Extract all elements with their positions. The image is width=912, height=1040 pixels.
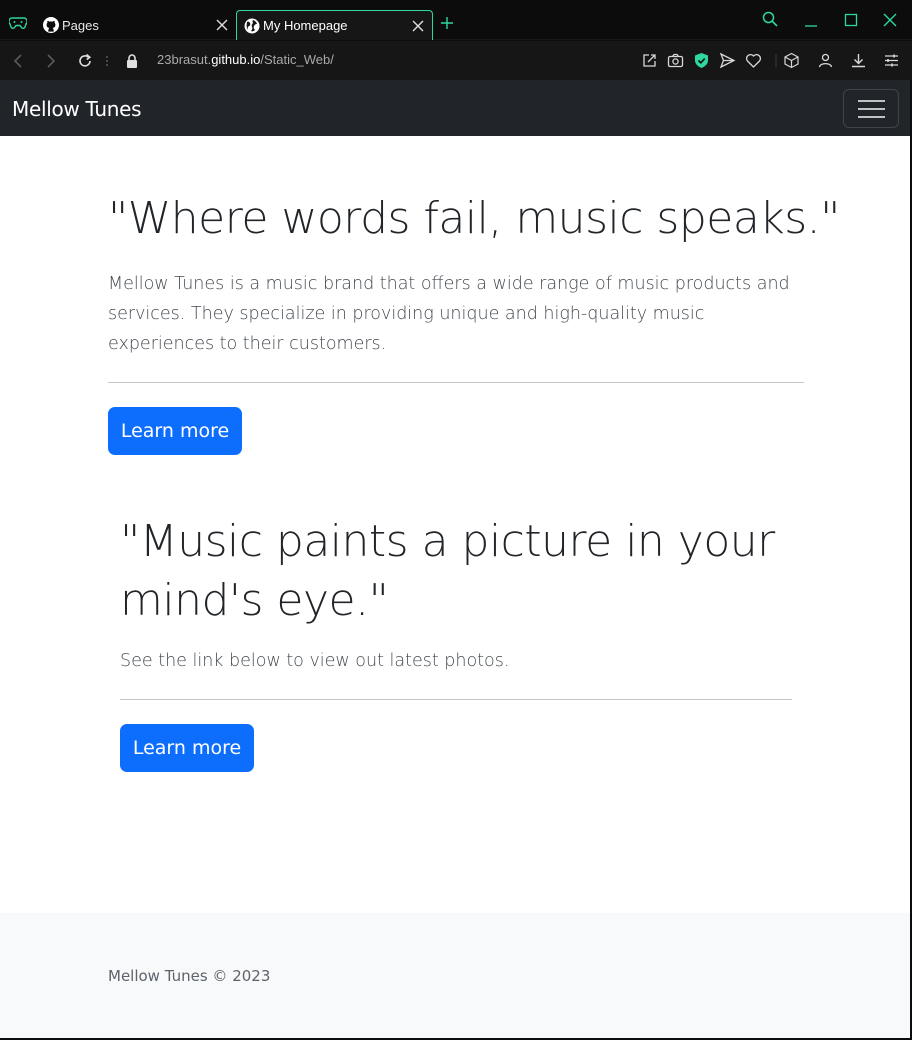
footer: Mellow Tunes © 2023	[0, 913, 910, 1038]
footer-copyright: Mellow Tunes © 2023	[108, 967, 271, 985]
url-host: github.io	[211, 52, 261, 67]
hero-quote: "Where words fail, music speaks."	[108, 193, 840, 244]
tab-title: Pages	[62, 17, 99, 33]
gamepad-icon[interactable]	[9, 16, 27, 30]
address-bar: 23brasut.github.io/Static_Web/	[0, 41, 912, 80]
url-field[interactable]: 23brasut.github.io/Static_Web/	[157, 52, 334, 67]
close-icon[interactable]	[412, 20, 424, 32]
page-viewport: Mellow Tunes "Where words fail, music sp…	[0, 80, 910, 1038]
forward-icon[interactable]	[43, 53, 59, 69]
learn-more-photos-button[interactable]: Learn more	[120, 724, 254, 772]
tab-strip: Pages My Homepage	[0, 0, 912, 40]
globe-icon	[244, 18, 260, 33]
download-icon[interactable]	[850, 52, 867, 69]
divider	[120, 699, 792, 700]
back-icon[interactable]	[10, 53, 26, 69]
shield-check-icon[interactable]	[693, 52, 710, 69]
tab-title: My Homepage	[263, 18, 348, 33]
navbar-brand[interactable]: Mellow Tunes	[12, 97, 142, 121]
learn-more-button[interactable]: Learn more	[108, 407, 242, 455]
lock-icon[interactable]	[124, 53, 140, 69]
photos-lead: See the link below to view out latest ph…	[120, 651, 510, 671]
navbar-toggler-button[interactable]	[843, 89, 899, 128]
settings-sliders-icon[interactable]	[883, 52, 900, 69]
hamburger-icon	[858, 100, 885, 102]
tab-my-homepage[interactable]: My Homepage	[236, 10, 433, 40]
camera-icon[interactable]	[667, 52, 684, 69]
heart-icon[interactable]	[745, 52, 762, 69]
photos-quote: "Music paints a picture in your mind's e…	[120, 516, 775, 626]
github-icon	[43, 17, 59, 33]
hero-lead: Mellow Tunes is a music brand that offer…	[108, 274, 790, 354]
hamburger-icon	[858, 108, 885, 110]
hamburger-icon	[858, 116, 885, 118]
divider	[108, 382, 804, 383]
window-close-icon[interactable]	[882, 12, 898, 28]
search-icon[interactable]	[762, 11, 778, 27]
reload-icon[interactable]	[77, 53, 93, 69]
separator-icon	[775, 54, 777, 67]
url-path: /Static_Web/	[260, 52, 334, 67]
minimize-icon[interactable]	[803, 12, 819, 28]
close-icon[interactable]	[216, 19, 228, 31]
navbar: Mellow Tunes	[0, 80, 910, 136]
new-tab-icon[interactable]	[440, 16, 454, 30]
url-prefix: 23brasut.	[157, 52, 212, 67]
profile-icon[interactable]	[817, 52, 834, 69]
send-icon[interactable]	[719, 52, 736, 69]
maximize-icon[interactable]	[843, 12, 859, 28]
tab-pages[interactable]: Pages	[36, 10, 236, 40]
cube-icon[interactable]	[783, 52, 800, 69]
more-vertical-icon[interactable]	[100, 53, 114, 69]
share-icon[interactable]	[641, 52, 658, 69]
